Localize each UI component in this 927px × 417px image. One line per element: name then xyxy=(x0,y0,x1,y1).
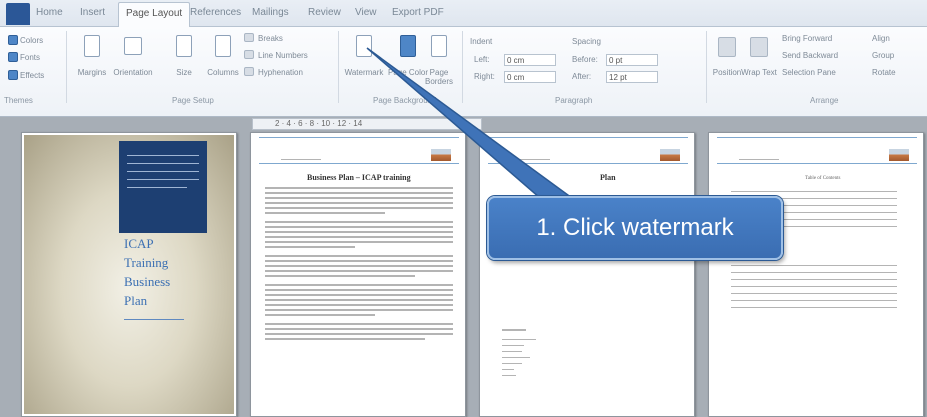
watermark-label: Watermark xyxy=(344,68,384,77)
tab-review[interactable]: Review xyxy=(308,7,341,18)
header-image xyxy=(660,149,680,161)
tab-home[interactable]: Home xyxy=(36,7,63,18)
indent-left-value: 0 cm xyxy=(507,56,525,65)
ribbon: Colors Fonts Effects Themes Margins Orie… xyxy=(0,27,927,117)
header-image xyxy=(889,149,909,161)
spacing-before-label: Before: xyxy=(572,55,598,64)
orientation-label: Orientation xyxy=(113,68,153,77)
header-image xyxy=(431,149,451,161)
cover-line-1: ICAP xyxy=(124,236,154,251)
align-button[interactable]: Align xyxy=(872,34,890,43)
breaks-label: Breaks xyxy=(258,34,283,43)
columns-icon xyxy=(215,35,231,57)
line-numbers-icon xyxy=(244,50,254,59)
send-backward-button[interactable]: Send Backward xyxy=(782,51,838,60)
header-rule xyxy=(259,137,459,138)
group-label-page-setup: Page Setup xyxy=(172,96,214,105)
page-borders-icon xyxy=(431,35,447,57)
hyphenation-icon xyxy=(244,67,254,76)
indent-left-label: Left: xyxy=(474,55,490,64)
position-icon xyxy=(718,37,736,57)
separator xyxy=(462,31,463,103)
page-color-icon xyxy=(400,35,416,57)
selection-pane-button[interactable]: Selection Pane xyxy=(782,68,836,77)
size-icon xyxy=(176,35,192,57)
columns-label: Columns xyxy=(207,68,239,77)
header-rule xyxy=(488,137,688,138)
file-tab[interactable] xyxy=(6,3,30,25)
hyphenation-label: Hyphenation xyxy=(258,68,303,77)
ribbon-tabs-bar: Home Insert Page Layout References Maili… xyxy=(0,0,927,28)
group-button[interactable]: Group xyxy=(872,51,894,60)
group-label-page-background: Page Background xyxy=(373,96,437,105)
separator xyxy=(338,31,339,103)
page-business-plan: Business Plan – ICAP training xyxy=(250,132,466,417)
spacing-before-field[interactable]: 0 pt xyxy=(606,54,658,66)
orientation-icon xyxy=(124,37,142,55)
page-borders-label: Page Borders xyxy=(424,68,453,86)
rotate-button[interactable]: Rotate xyxy=(872,68,896,77)
cover-subtitle-line xyxy=(124,319,184,320)
page-cover: ICAP Training Business Plan xyxy=(21,132,237,417)
page2-title: Business Plan – ICAP training xyxy=(307,173,411,182)
effects-label: Effects xyxy=(20,71,45,80)
watermark-icon xyxy=(356,35,372,57)
group-label-paragraph: Paragraph xyxy=(555,96,593,105)
cover-line-3: Business xyxy=(124,274,171,289)
spacing-after-value: 12 pt xyxy=(609,73,627,82)
colors-icon xyxy=(8,35,18,45)
tab-export-pdf[interactable]: Export PDF xyxy=(392,7,444,18)
line-numbers-label: Line Numbers xyxy=(258,51,308,60)
fonts-label: Fonts xyxy=(20,53,41,62)
header-rule xyxy=(717,137,917,138)
effects-icon xyxy=(8,70,18,80)
callout-text: 1. Click watermark xyxy=(536,214,734,241)
spacing-heading: Spacing xyxy=(572,37,601,46)
page3-title: Plan xyxy=(600,173,616,182)
instruction-callout: 1. Click watermark xyxy=(487,196,783,260)
cover-blue-box xyxy=(119,141,207,233)
margins-label: Margins xyxy=(77,68,107,77)
size-label: Size xyxy=(176,68,192,77)
page4-title: Table of Contents xyxy=(805,176,841,181)
wrap-text-label: Wrap Text xyxy=(741,68,777,77)
indent-right-label: Right: xyxy=(474,72,495,81)
group-label-arrange: Arrange xyxy=(810,96,839,105)
horizontal-ruler: 2 · 4 · 6 · 8 · 10 · 12 · 14 xyxy=(252,118,482,130)
breaks-icon xyxy=(244,33,254,42)
margins-icon xyxy=(84,35,100,57)
wrap-text-icon xyxy=(750,37,768,57)
spacing-before-value: 0 pt xyxy=(609,56,623,65)
tab-page-layout[interactable]: Page Layout xyxy=(118,2,191,28)
header-rule xyxy=(259,163,459,164)
colors-label: Colors xyxy=(20,36,44,45)
spacing-after-label: After: xyxy=(572,72,592,81)
indent-right-field[interactable]: 0 cm xyxy=(504,71,556,83)
fonts-icon xyxy=(8,52,18,62)
cover-line-2: Training xyxy=(124,255,169,270)
tab-insert[interactable]: Insert xyxy=(80,7,105,18)
cover-line-4: Plan xyxy=(124,293,148,308)
group-label-themes: Themes xyxy=(4,96,33,105)
bring-forward-button[interactable]: Bring Forward xyxy=(782,34,832,43)
spacing-after-field[interactable]: 12 pt xyxy=(606,71,658,83)
separator xyxy=(66,31,67,103)
tab-references[interactable]: References xyxy=(190,7,241,18)
tab-view[interactable]: View xyxy=(355,7,377,18)
indent-left-field[interactable]: 0 cm xyxy=(504,54,556,66)
separator xyxy=(706,31,707,103)
page-table-of-contents: Table of Contents xyxy=(708,132,924,417)
tab-mailings[interactable]: Mailings xyxy=(252,7,289,18)
page-plan: Plan xyxy=(479,132,695,417)
header-rule xyxy=(488,163,688,164)
indent-heading: Indent xyxy=(470,37,493,46)
header-rule xyxy=(717,163,917,164)
indent-right-value: 0 cm xyxy=(507,73,525,82)
